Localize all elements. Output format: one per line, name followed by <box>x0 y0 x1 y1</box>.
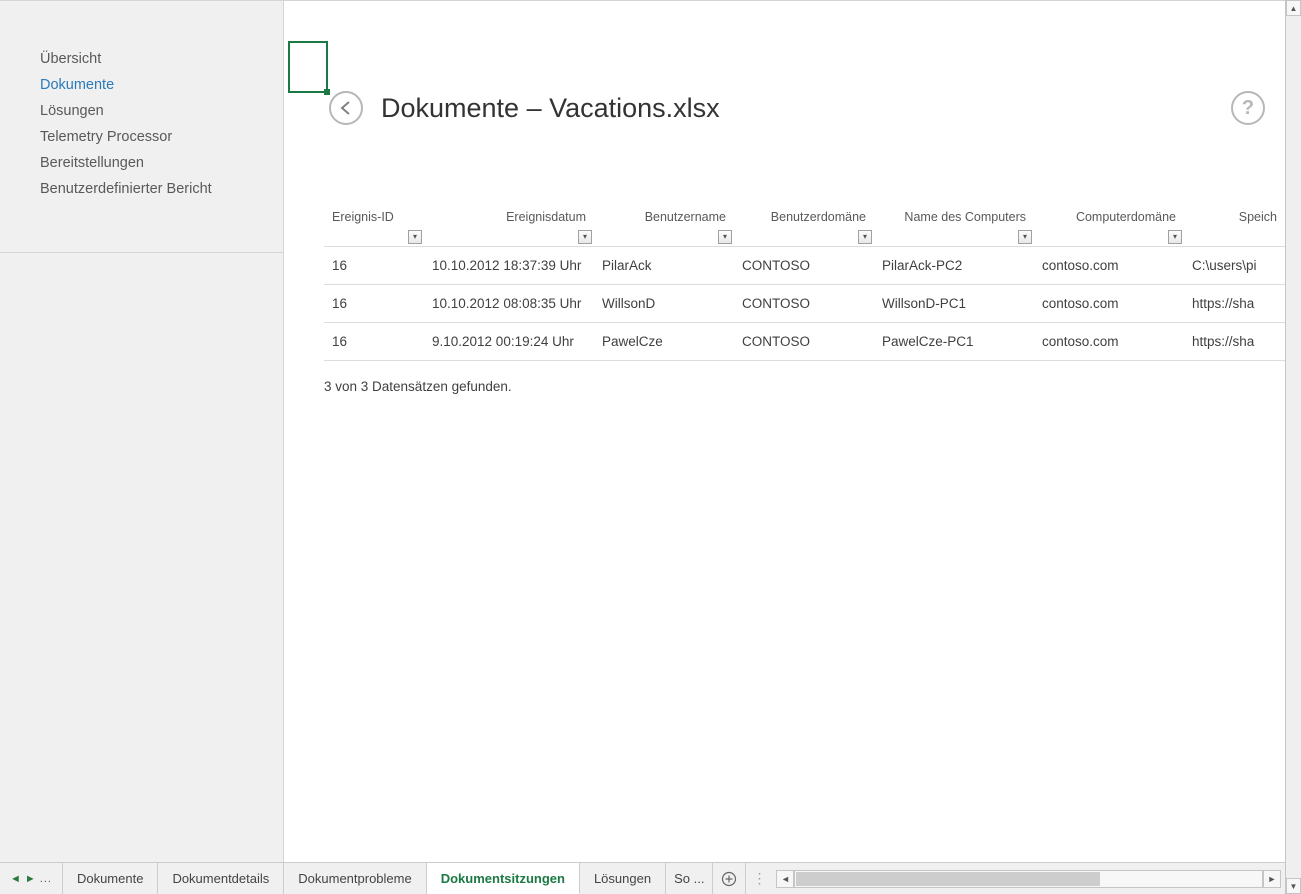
filter-button[interactable]: ▾ <box>408 230 422 244</box>
cell-domain: CONTOSO <box>734 285 874 323</box>
plus-circle-icon <box>721 871 737 887</box>
sheet-tab-overflow[interactable]: So ... <box>666 863 713 894</box>
sidebar-item-telemetry[interactable]: Telemetry Processor <box>40 124 283 150</box>
sidebar: Übersicht Dokumente Lösungen Telemetry P… <box>0 1 284 253</box>
scroll-right-button[interactable]: ► <box>1263 870 1281 888</box>
col-label: Ereignisdatum <box>506 210 586 224</box>
cell-date: 10.10.2012 08:08:35 Uhr <box>424 285 594 323</box>
table-row[interactable]: 16 10.10.2012 18:37:39 Uhr PilarAck CONT… <box>324 247 1285 285</box>
cell-computer: WillsonD-PC1 <box>874 285 1034 323</box>
filter-button[interactable]: ▾ <box>858 230 872 244</box>
scroll-up-button[interactable]: ▲ <box>1286 0 1301 16</box>
ellipsis-icon: ... <box>694 871 705 886</box>
cell-date: 10.10.2012 18:37:39 Uhr <box>424 247 594 285</box>
scroll-down-button[interactable]: ▼ <box>1286 878 1301 894</box>
arrow-left-icon <box>337 99 355 117</box>
content-area: Dokumente – Vacations.xlsx ? Ereignis-ID… <box>284 1 1285 862</box>
add-sheet-button[interactable] <box>713 863 746 894</box>
sidebar-item-dokumente[interactable]: Dokumente <box>40 72 283 98</box>
sheet-tab-dokumentdetails[interactable]: Dokumentdetails <box>158 863 284 894</box>
sidebar-empty-area <box>0 253 284 862</box>
help-button[interactable]: ? <box>1231 91 1265 125</box>
scroll-track[interactable] <box>1286 16 1301 878</box>
vertical-scrollbar[interactable]: ▲ ▼ <box>1285 0 1301 894</box>
cell-date: 9.10.2012 00:19:24 Uhr <box>424 323 594 361</box>
cell-path: https://sha <box>1184 323 1285 361</box>
scroll-thumb[interactable] <box>796 872 1099 886</box>
sidebar-item-uebersicht[interactable]: Übersicht <box>40 46 283 72</box>
cell-user: WillsonD <box>594 285 734 323</box>
sheet-bar-grip[interactable]: ⋮ <box>746 863 772 894</box>
record-summary: 3 von 3 Datensätzen gefunden. <box>324 379 1285 394</box>
scroll-track[interactable] <box>794 870 1263 888</box>
sheet-tab-dokumente[interactable]: Dokumente <box>62 863 158 894</box>
sheet-tab-dokumentsitzungen[interactable]: Dokumentsitzungen <box>427 863 580 894</box>
col-ereignis-id: Ereignis-ID ▾ <box>324 206 424 247</box>
sheet-tab-nav: ◄ ► ... <box>0 863 62 894</box>
cell-domain: CONTOSO <box>734 323 874 361</box>
scroll-left-button[interactable]: ◄ <box>776 870 794 888</box>
sheet-tab-loesungen[interactable]: Lösungen <box>580 863 666 894</box>
col-label: Benutzername <box>645 210 726 224</box>
tab-nav-overflow[interactable]: ... <box>40 873 52 885</box>
cell-comp-domain: contoso.com <box>1034 285 1184 323</box>
back-button[interactable] <box>329 91 363 125</box>
cell-path: C:\users\pi <box>1184 247 1285 285</box>
col-ereignisdatum: Ereignisdatum ▾ <box>424 206 594 247</box>
horizontal-scrollbar[interactable]: ◄ ► <box>772 863 1285 894</box>
cell-selection-indicator[interactable] <box>288 41 328 93</box>
filter-button[interactable]: ▾ <box>718 230 732 244</box>
cell-path: https://sha <box>1184 285 1285 323</box>
col-benutzerdomaene: Benutzerdomäne ▾ <box>734 206 874 247</box>
sheet-tabs: Dokumente Dokumentdetails Dokumentproble… <box>62 863 714 894</box>
cell-computer: PilarAck-PC2 <box>874 247 1034 285</box>
sheet-tab-dokumentprobleme[interactable]: Dokumentprobleme <box>284 863 426 894</box>
question-icon: ? <box>1242 97 1254 120</box>
cell-user: PilarAck <box>594 247 734 285</box>
sheet-tab-bar: ◄ ► ... Dokumente Dokumentdetails Dokume… <box>0 862 1285 894</box>
cell-domain: CONTOSO <box>734 247 874 285</box>
sheet-tab-label: So <box>674 871 690 886</box>
col-label: Speich <box>1239 210 1277 224</box>
cell-event-id: 16 <box>324 323 424 361</box>
cell-event-id: 16 <box>324 285 424 323</box>
col-benutzername: Benutzername ▾ <box>594 206 734 247</box>
sidebar-item-bereitstellungen[interactable]: Bereitstellungen <box>40 150 283 176</box>
filter-button[interactable]: ▾ <box>1018 230 1032 244</box>
col-computerdomaene: Computerdomäne ▾ <box>1034 206 1184 247</box>
col-name-computers: Name des Computers ▾ <box>874 206 1034 247</box>
table-row[interactable]: 16 10.10.2012 08:08:35 Uhr WillsonD CONT… <box>324 285 1285 323</box>
cell-comp-domain: contoso.com <box>1034 247 1184 285</box>
col-label: Ereignis-ID <box>332 210 394 224</box>
sidebar-item-loesungen[interactable]: Lösungen <box>40 98 283 124</box>
data-table: Ereignis-ID ▾ Ereignisdatum ▾ Benutzerna… <box>324 206 1285 361</box>
data-table-area: Ereignis-ID ▾ Ereignisdatum ▾ Benutzerna… <box>324 206 1285 394</box>
table-row[interactable]: 16 9.10.2012 00:19:24 Uhr PawelCze CONTO… <box>324 323 1285 361</box>
col-speicher: Speich <box>1184 206 1285 247</box>
filter-button[interactable]: ▾ <box>1168 230 1182 244</box>
cell-computer: PawelCze-PC1 <box>874 323 1034 361</box>
tab-nav-next-icon[interactable]: ► <box>25 873 36 885</box>
col-label: Name des Computers <box>904 210 1026 224</box>
tab-nav-prev-icon[interactable]: ◄ <box>10 873 21 885</box>
cell-comp-domain: contoso.com <box>1034 323 1184 361</box>
col-label: Computerdomäne <box>1076 210 1176 224</box>
sidebar-item-bericht[interactable]: Benutzerdefinierter Bericht <box>40 176 283 202</box>
col-label: Benutzerdomäne <box>771 210 866 224</box>
page-title: Dokumente – Vacations.xlsx <box>381 93 720 124</box>
filter-button[interactable]: ▾ <box>578 230 592 244</box>
cell-event-id: 16 <box>324 247 424 285</box>
cell-user: PawelCze <box>594 323 734 361</box>
